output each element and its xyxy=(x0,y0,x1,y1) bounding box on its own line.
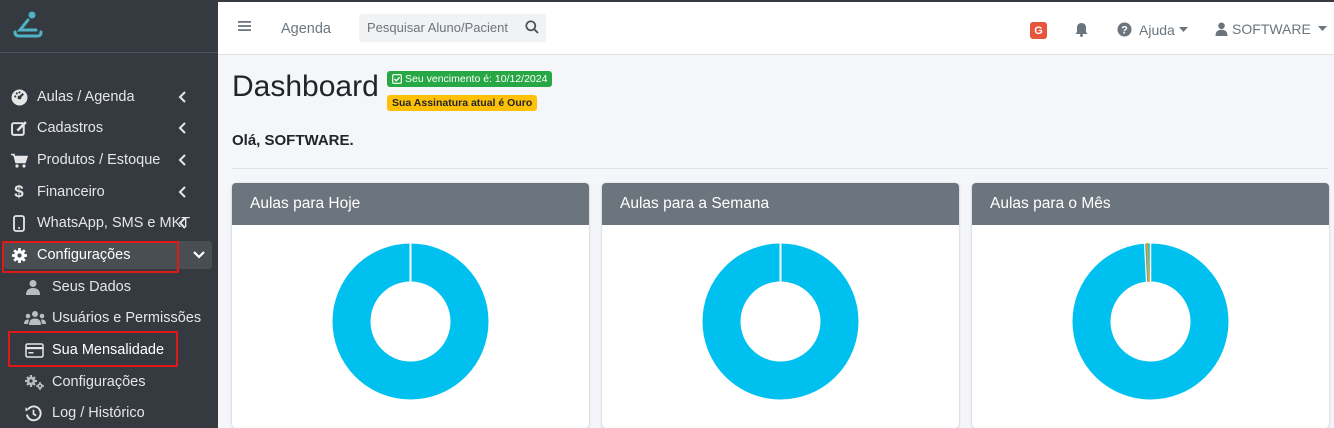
sidebar-subitem-log-historico[interactable]: Log / Histórico xyxy=(0,399,218,427)
mobile-icon xyxy=(10,214,28,232)
stick-figure-logo[interactable] xyxy=(12,10,44,43)
highlight-box-configuracoes xyxy=(2,241,179,273)
sidebar-subitem-usuarios-permissoes[interactable]: Usuários e Permissões xyxy=(0,304,218,332)
due-date-badge: Seu vencimento é: 10/12/2024 xyxy=(387,71,553,87)
card-aulas-semana: Aulas para a Semana xyxy=(602,183,959,428)
gauge-icon xyxy=(10,88,28,106)
search-icon[interactable] xyxy=(525,20,539,39)
chevron-left-icon xyxy=(178,122,186,134)
highlight-box-sua-mensalidade xyxy=(8,331,178,367)
history-icon xyxy=(24,404,42,422)
donut-chart xyxy=(332,243,489,400)
greeting: Olá, SOFTWARE. xyxy=(232,132,354,149)
hamburger-icon[interactable] xyxy=(238,20,251,32)
chevron-left-icon xyxy=(178,154,186,166)
sidebar-item-label: Usuários e Permissões xyxy=(52,310,202,326)
topbar: Agenda G ? Ajuda SOFTWARE xyxy=(218,0,1334,55)
sidebar-subitem-configuracoes[interactable]: Configurações xyxy=(0,368,218,396)
card-aulas-mes: Aulas para o Mês xyxy=(972,183,1329,428)
edit-icon xyxy=(10,119,28,137)
card-title: Aulas para a Semana xyxy=(602,183,959,225)
donut-chart xyxy=(702,243,859,400)
due-date-text: Seu vencimento é: 10/12/2024 xyxy=(405,73,548,85)
card-title: Aulas para o Mês xyxy=(972,183,1329,225)
brand[interactable] xyxy=(0,0,218,53)
card-aulas-hoje: Aulas para Hoje xyxy=(232,183,589,428)
divider xyxy=(232,168,1328,169)
page-title: Dashboard xyxy=(232,70,379,103)
chevron-left-icon xyxy=(178,217,186,229)
sidebar-item-label: Log / Histórico xyxy=(52,405,145,421)
sidebar-item-whatsapp-sms-mkt[interactable]: WhatsApp, SMS e MKT xyxy=(0,209,218,237)
sidebar-item-label: Aulas / Agenda xyxy=(37,89,135,105)
caret-down-icon xyxy=(1178,27,1188,32)
sidebar: Aulas / Agenda Cadastros Produtos / Esto… xyxy=(0,0,218,428)
g-app-badge[interactable]: G xyxy=(1030,22,1047,39)
search-box xyxy=(359,14,546,42)
donut-segment-small xyxy=(1146,243,1150,283)
sidebar-item-produtos-estoque[interactable]: Produtos / Estoque xyxy=(0,146,218,174)
sidebar-item-label: Produtos / Estoque xyxy=(37,152,161,168)
bell-icon[interactable] xyxy=(1075,22,1088,37)
user-label: SOFTWARE xyxy=(1232,21,1311,37)
chevron-left-icon xyxy=(178,186,186,198)
users-icon xyxy=(24,309,46,327)
check-square-icon xyxy=(392,74,402,84)
help-label: Ajuda xyxy=(1139,22,1175,38)
svg-text:?: ? xyxy=(1121,24,1128,36)
plan-badge: Sua Assinatura atual é Ouro xyxy=(387,95,538,111)
help-menu[interactable]: Ajuda xyxy=(1139,22,1188,38)
chevron-left-icon xyxy=(178,91,186,103)
sidebar-item-label: Cadastros xyxy=(37,120,104,136)
sidebar-item-label: Financeiro xyxy=(37,184,105,200)
cogs-icon xyxy=(24,373,46,391)
sidebar-item-financeiro[interactable]: $ Financeiro xyxy=(0,178,218,206)
user-icon xyxy=(24,278,42,296)
cart-icon xyxy=(10,151,28,169)
sidebar-subitem-seus-dados[interactable]: Seus Dados xyxy=(0,273,218,301)
sidebar-item-aulas-agenda[interactable]: Aulas / Agenda xyxy=(0,83,218,111)
sidebar-item-label: Configurações xyxy=(52,374,146,390)
agenda-link[interactable]: Agenda xyxy=(281,21,331,37)
caret-down-icon xyxy=(1317,26,1327,31)
search-input[interactable] xyxy=(367,20,517,35)
dollar-icon: $ xyxy=(14,182,24,201)
sidebar-item-label: Seus Dados xyxy=(52,279,131,295)
user-icon xyxy=(1215,22,1228,36)
donut-chart xyxy=(1072,243,1229,400)
help-icon[interactable]: ? xyxy=(1117,22,1132,37)
sidebar-item-cadastros[interactable]: Cadastros xyxy=(0,114,218,142)
card-title: Aulas para Hoje xyxy=(232,183,589,225)
sidebar-item-label: WhatsApp, SMS e MKT xyxy=(37,215,191,231)
user-menu[interactable]: SOFTWARE xyxy=(1215,21,1327,37)
chevron-down-icon xyxy=(193,251,205,259)
